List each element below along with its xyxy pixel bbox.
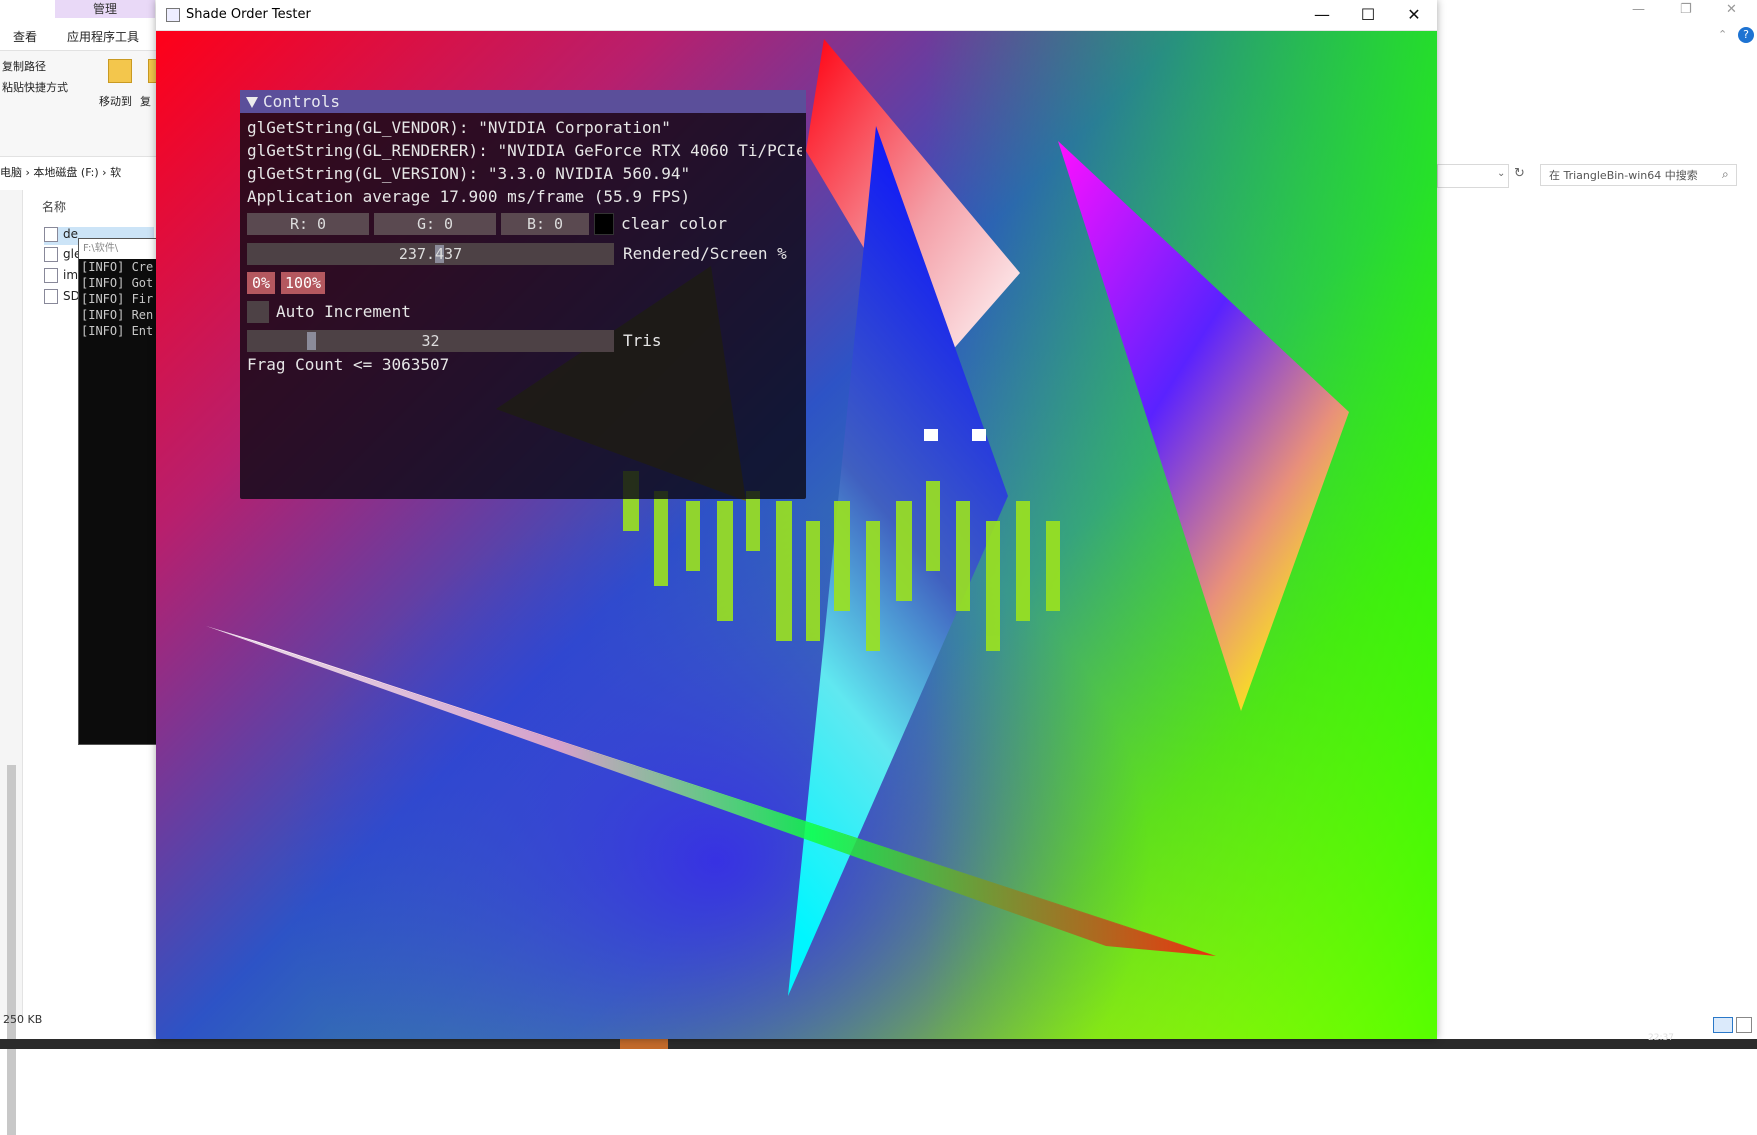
fps-text: Application average 17.900 ms/frame (55.… [247,187,691,206]
triangle-magenta [1058,141,1349,711]
window-title: Shade Order Tester [186,7,311,22]
file-icon [44,289,58,304]
auto-increment-label: Auto Increment [276,302,411,321]
tab-view[interactable]: 查看 [13,28,37,45]
slider-grab[interactable] [307,332,316,350]
large-icons-view-icon[interactable] [1736,1017,1752,1033]
breadcrumb-folder[interactable]: 软 [110,166,121,179]
search-input[interactable]: 在 TriangleBin-win64 中搜索 [1540,164,1737,186]
file-icon [44,247,58,262]
taskbar-clock: 22:37 [1648,1033,1674,1043]
search-icon: ⌕ [1722,167,1729,181]
tris-slider[interactable]: 32 [247,330,614,352]
gl-version-text: glGetString(GL_VERSION): "3.3.0 NVIDIA 5… [247,164,691,183]
navigation-pane[interactable] [0,190,23,1135]
title-bar[interactable]: Shade Order Tester — ☐ ✕ [156,0,1437,31]
clear-color-swatch[interactable] [594,213,614,235]
maximize-button[interactable]: ☐ [1345,0,1391,30]
gl-vendor-text: glGetString(GL_VENDOR): "NVIDIA Corporat… [247,118,671,137]
ribbon-body: 复制路径 粘贴快捷方式 移动到 复 [0,50,172,157]
shade-order-tester-window: Shade Order Tester — ☐ ✕ Controls glGetS… [156,0,1437,1039]
clear-color-b-field[interactable]: B: 0 [501,213,589,235]
hundred-percent-button[interactable]: 100% [281,272,325,294]
rendered-screen-label: Rendered/Screen % [623,244,787,263]
tab-app-tools[interactable]: 应用程序工具 [67,28,139,45]
console-line: [INFO] Cre [81,260,154,274]
triangle-sliver-edge [206,626,1216,956]
auto-increment-checkbox[interactable] [247,301,269,323]
status-size: 250 KB [3,1013,43,1026]
gl-renderer-text: glGetString(GL_RENDERER): "NVIDIA GeForc… [247,141,802,160]
refresh-icon[interactable]: ↻ [1514,166,1525,181]
collapse-ribbon-icon[interactable]: ⌃ [1718,28,1727,41]
clear-color-g-field[interactable]: G: 0 [374,213,496,235]
tris-label: Tris [623,331,662,350]
close-button[interactable]: ✕ [1391,0,1437,30]
move-to-button[interactable]: 移动到 [99,93,132,109]
console-line: [INFO] Ren [81,308,154,322]
taskbar: 22:37 [0,1033,1757,1049]
explorer-close-button[interactable]: ✕ [1726,2,1737,17]
minimize-button[interactable]: — [1299,0,1345,30]
breadcrumb[interactable]: 电脑 › 本地磁盘 (F:) › 软 [0,164,160,184]
zero-percent-button[interactable]: 0% [247,272,275,294]
render-viewport[interactable]: Controls glGetString(GL_VENDOR): "NVIDIA… [156,31,1437,1039]
taskbar-active-app[interactable] [620,1039,668,1049]
console-window[interactable]: F:\软件\ [INFO] Cre [INFO] Got [INFO] Fir … [78,238,162,745]
tab-manage[interactable]: 管理 [55,0,155,18]
ribbon-tabs: 管理 查看 应用程序工具 [0,0,160,48]
column-header-name[interactable]: 名称 [42,198,66,215]
explorer-minimize-button[interactable]: — [1632,2,1645,17]
help-icon[interactable]: ? [1738,27,1754,43]
rendered-screen-value: 237.437 [398,245,463,263]
move-to-icon [108,59,132,83]
clear-color-r-field[interactable]: R: 0 [247,213,369,235]
address-search-bar: ⌄ ↻ 在 TriangleBin-win64 中搜索 ⌕ [1437,164,1757,190]
app-icon [166,8,180,22]
nav-scrollbar[interactable] [7,765,16,1135]
controls-panel[interactable]: Controls glGetString(GL_VENDOR): "NVIDIA… [240,90,806,499]
breadcrumb-drive[interactable]: 本地磁盘 (F:) [33,166,98,179]
file-icon [44,227,58,242]
copy-path-button[interactable]: 复制路径 [2,58,46,74]
file-icon [44,268,58,283]
chevron-down-icon[interactable]: ⌄ [1497,168,1505,179]
paste-shortcut-button[interactable]: 粘贴快捷方式 [2,79,68,95]
details-view-icon[interactable] [1713,1017,1733,1033]
rendered-screen-slider[interactable]: 237.437 [247,243,614,265]
frag-count-text: Frag Count <= 3063507 [247,355,450,374]
console-line: [INFO] Fir [81,292,154,306]
explorer-restore-button[interactable]: ❐ [1680,2,1692,17]
breadcrumb-pc[interactable]: 电脑 [0,166,22,179]
collapse-triangle-icon[interactable] [246,97,258,108]
tris-value: 32 [421,332,440,350]
console-title: F:\软件\ [79,239,161,259]
clear-color-label: clear color [621,214,727,233]
controls-header[interactable]: Controls [240,90,806,113]
console-line: [INFO] Got [81,276,154,290]
copy-to-button[interactable]: 复 [140,93,151,109]
console-line: [INFO] Ent [81,324,154,338]
